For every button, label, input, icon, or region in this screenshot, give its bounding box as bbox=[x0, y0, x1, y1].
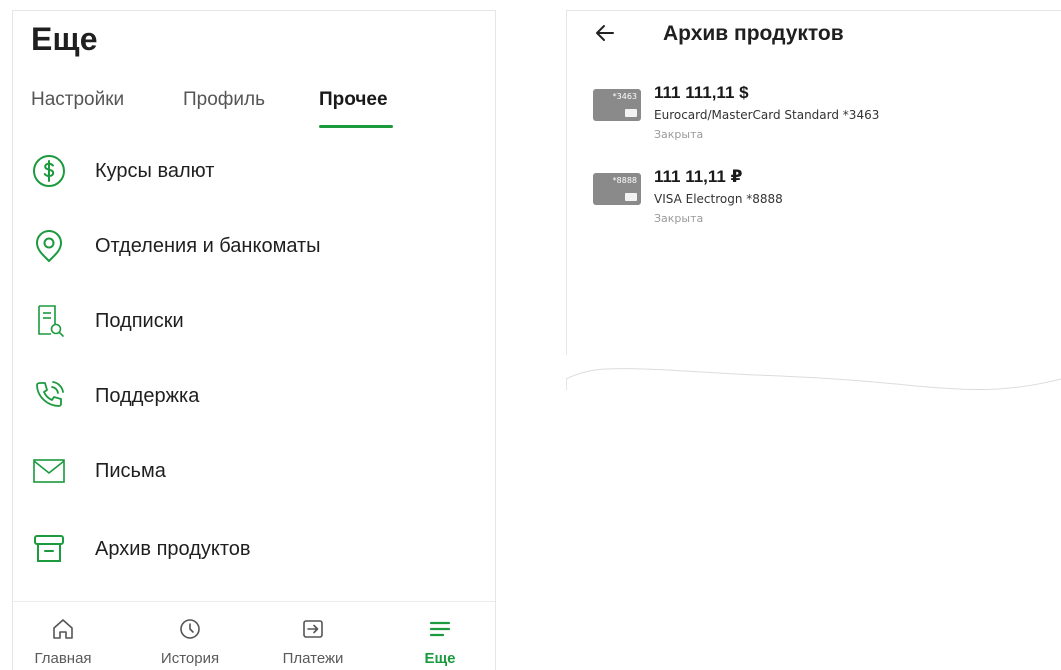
tab-profile[interactable]: Профиль bbox=[183, 89, 265, 111]
product-status: Закрыта bbox=[654, 212, 704, 225]
page-title: Еще bbox=[31, 21, 98, 57]
currency-icon bbox=[29, 151, 69, 191]
product-item[interactable]: *8888 111 11,11 ₽ VISA Electrogn *8888 З… bbox=[593, 167, 1033, 237]
card-thumbnail: *3463 bbox=[593, 89, 641, 121]
menu-icon bbox=[427, 616, 453, 642]
visa-logo-icon bbox=[625, 193, 637, 201]
phone-call-icon bbox=[29, 376, 69, 416]
menu-item-currency-rates[interactable]: Курсы валют bbox=[13, 141, 495, 201]
menu-item-support[interactable]: Поддержка bbox=[13, 366, 495, 426]
archive-box-icon bbox=[29, 529, 69, 569]
nav-history[interactable]: История bbox=[140, 602, 240, 670]
bottom-nav: Главная История Платежи Еще bbox=[13, 601, 495, 670]
product-amount: 111 111,11 $ bbox=[654, 83, 749, 102]
menu-item-label: Поддержка bbox=[95, 384, 200, 407]
nav-label: Платежи bbox=[282, 650, 344, 667]
location-pin-icon bbox=[29, 226, 69, 266]
nav-home[interactable]: Главная bbox=[13, 602, 113, 670]
menu-item-products-archive[interactable]: Архив продуктов bbox=[13, 519, 495, 579]
card-number: *8888 bbox=[612, 176, 637, 185]
nav-label: Еще bbox=[424, 650, 456, 667]
product-name: Eurocard/MasterCard Standard *3463 bbox=[654, 108, 880, 122]
menu-item-subscriptions[interactable]: Подписки bbox=[13, 291, 495, 351]
transfer-icon bbox=[300, 616, 326, 642]
product-amount: 111 11,11 ₽ bbox=[654, 167, 743, 186]
nav-payments[interactable]: Платежи bbox=[263, 602, 363, 670]
tabs: Настройки Профиль Прочее bbox=[31, 89, 495, 129]
card-number: *3463 bbox=[612, 92, 637, 101]
menu-item-label: Письма bbox=[95, 459, 166, 482]
tab-other[interactable]: Прочее bbox=[319, 89, 388, 111]
product-status: Закрыта bbox=[654, 128, 704, 141]
page-title: Архив продуктов bbox=[663, 22, 844, 45]
tab-settings[interactable]: Настройки bbox=[31, 89, 124, 111]
clock-icon bbox=[177, 616, 203, 642]
nav-label: Главная bbox=[34, 650, 92, 667]
menu-item-label: Подписки bbox=[95, 309, 184, 332]
product-name: VISA Electrogn *8888 bbox=[654, 192, 783, 206]
envelope-icon bbox=[29, 451, 69, 491]
back-button[interactable] bbox=[589, 19, 621, 51]
product-item[interactable]: *3463 111 111,11 $ Eurocard/MasterCard S… bbox=[593, 83, 1033, 153]
home-icon bbox=[50, 616, 76, 642]
menu-item-label: Отделения и банкоматы bbox=[95, 234, 321, 257]
menu-item-branches-atms[interactable]: Отделения и банкоматы bbox=[13, 216, 495, 276]
menu-item-label: Курсы валют bbox=[95, 159, 215, 182]
document-search-icon bbox=[29, 301, 69, 341]
mastercard-logo-icon bbox=[625, 109, 637, 117]
nav-more[interactable]: Еще bbox=[390, 602, 490, 670]
card-thumbnail: *8888 bbox=[593, 173, 641, 205]
nav-label: История bbox=[160, 650, 220, 667]
arrow-left-icon bbox=[593, 21, 617, 50]
active-tab-indicator bbox=[319, 125, 393, 128]
more-screen: Еще Настройки Профиль Прочее Курсы валют… bbox=[12, 10, 496, 670]
products-archive-screen: Архив продуктов *3463 111 111,11 $ Euroc… bbox=[566, 10, 1061, 390]
torn-edge-divider bbox=[566, 355, 1061, 391]
menu-item-label: Архив продуктов bbox=[95, 537, 251, 560]
menu-item-letters[interactable]: Письма bbox=[13, 441, 495, 501]
